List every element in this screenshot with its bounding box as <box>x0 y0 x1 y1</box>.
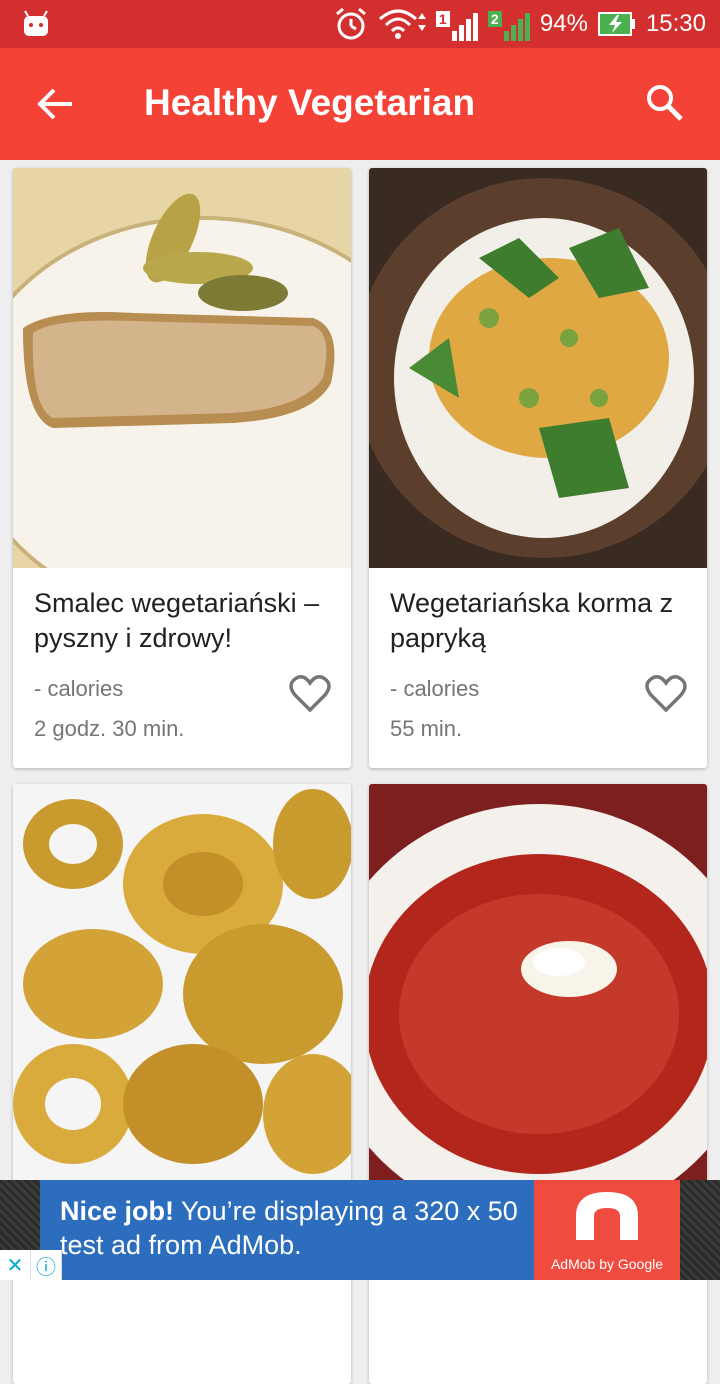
sim1-label: 1 <box>435 11 450 27</box>
close-icon[interactable]: ✕ <box>0 1250 31 1280</box>
recipe-card[interactable] <box>369 784 707 1384</box>
recipe-image <box>369 784 707 1184</box>
recipe-calories: - calories <box>34 676 124 701</box>
android-icon <box>24 10 48 36</box>
ad-pattern-right <box>680 1180 720 1280</box>
search-icon[interactable] <box>644 82 684 122</box>
battery-charging-icon <box>597 12 635 36</box>
signal-bar <box>451 31 457 41</box>
arrow-back-icon[interactable] <box>36 84 76 124</box>
signal-bar <box>465 19 471 41</box>
info-icon[interactable]: ⓘ <box>31 1250 62 1280</box>
signal-bar <box>503 31 509 41</box>
recipe-image <box>369 168 707 568</box>
battery-percent: 94% <box>539 10 588 37</box>
recipe-time: 2 godz. 30 min. <box>34 716 185 741</box>
ad-box[interactable]: Nice job! You’re displaying a 320 x 50 t… <box>40 1180 680 1280</box>
sim2-label: 2 <box>487 11 502 27</box>
recipe-card[interactable]: Smalec wegetariański – pyszny i zdrowy! … <box>13 168 351 768</box>
heart-icon[interactable] <box>645 674 687 714</box>
recipe-time: 55 min. <box>390 716 463 741</box>
ad-controls: ✕ ⓘ <box>0 1250 62 1280</box>
sim1-signal: 1 <box>435 7 478 41</box>
sim2-signal: 2 <box>487 7 530 41</box>
recipe-image <box>13 784 351 1184</box>
app-bar: Healthy Vegetarian <box>0 48 720 160</box>
recipe-title: Wegetariańska korma z papryką <box>390 588 674 653</box>
page-title: Healthy Vegetarian <box>144 82 476 123</box>
admob-logo: AdMob by Google <box>534 1180 680 1280</box>
admob-logo-icon <box>576 1192 638 1240</box>
signal-bar <box>517 19 523 41</box>
alarm-icon <box>335 7 366 40</box>
ad-banner[interactable]: Nice job! You’re displaying a 320 x 50 t… <box>0 1180 720 1280</box>
recipe-title: Smalec wegetariański – pyszny i zdrowy! <box>34 588 320 653</box>
signal-bar <box>510 25 516 41</box>
clock: 15:30 <box>645 10 706 37</box>
ad-headline: Nice job! <box>60 1196 175 1226</box>
recipe-card[interactable] <box>13 784 351 1384</box>
heart-icon[interactable] <box>289 674 331 714</box>
signal-bar <box>472 13 478 41</box>
recipe-image <box>13 168 351 568</box>
recipe-card[interactable]: Wegetariańska korma z papryką - calories… <box>369 168 707 768</box>
ad-message: Nice job! You’re displaying a 320 x 50 t… <box>60 1194 530 1262</box>
wifi-icon <box>378 9 426 39</box>
status-bar: 1 2 94% 15:30 <box>0 0 720 48</box>
signal-bar <box>524 13 530 41</box>
recipe-calories: - calories <box>390 676 480 701</box>
signal-bar <box>458 25 464 41</box>
ad-brand: AdMob by Google <box>550 1256 664 1272</box>
